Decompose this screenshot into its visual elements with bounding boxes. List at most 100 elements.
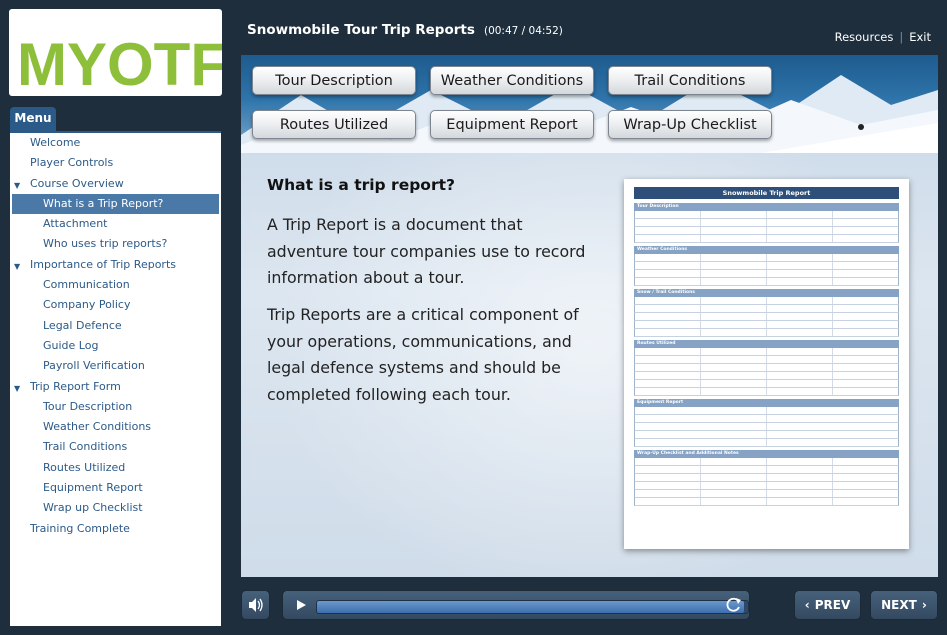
document-cell [833, 364, 898, 371]
nav-trail-conditions-button[interactable]: Trail Conditions [608, 66, 772, 95]
document-cell [833, 498, 898, 505]
replay-icon[interactable] [723, 591, 745, 619]
document-cell [701, 297, 767, 304]
menu-item-routes-utilized[interactable]: Routes Utilized [10, 458, 221, 478]
document-cell [767, 482, 833, 489]
document-cell [833, 262, 898, 269]
document-cell [701, 498, 767, 505]
menu-item-welcome[interactable]: Welcome [10, 133, 221, 153]
menu-item-payroll-verification[interactable]: Payroll Verification [10, 356, 221, 376]
document-cell [767, 364, 833, 371]
document-cell [767, 297, 833, 304]
menu-item-wrap-up-checklist[interactable]: Wrap up Checklist [10, 498, 221, 518]
prev-button[interactable]: ‹ PREV [794, 590, 861, 620]
menu-item-what-is-a-trip-report[interactable]: What is a Trip Report? [12, 193, 219, 215]
nav-wrap-up-checklist-button[interactable]: Wrap-Up Checklist [608, 110, 772, 139]
chevron-left-icon: ‹ [804, 598, 810, 612]
document-cell [767, 415, 898, 422]
triangle-down-icon[interactable]: ▼ [14, 257, 20, 277]
menu-item-label: Trip Report Form [30, 379, 121, 393]
menu-item-trail-conditions[interactable]: Trail Conditions [10, 437, 221, 457]
document-row [634, 329, 899, 337]
next-label: NEXT [881, 598, 917, 612]
document-cell [833, 235, 898, 242]
document-cell [701, 254, 767, 261]
exit-link[interactable]: Exit [909, 30, 931, 44]
document-cell [635, 372, 701, 379]
menu-panel: Welcome Player Controls ▼ Course Overview Wh… [10, 131, 221, 626]
document-cell [833, 313, 898, 320]
document-cell [833, 329, 898, 336]
menu-item-equipment-report[interactable]: Equipment Report [10, 478, 221, 498]
document-row [634, 415, 899, 423]
document-row [634, 407, 899, 415]
document-row [634, 227, 899, 235]
document-cell [635, 329, 701, 336]
document-row [634, 474, 899, 482]
document-cell [701, 227, 767, 234]
document-cell [701, 474, 767, 481]
menu-item-weather-conditions[interactable]: Weather Conditions [10, 417, 221, 437]
menu-item-guide-log[interactable]: Guide Log [10, 336, 221, 356]
nav-routes-utilized-button[interactable]: Routes Utilized [252, 110, 416, 139]
document-cell [701, 348, 767, 355]
menu-item-course-overview[interactable]: ▼ Course Overview [10, 174, 221, 194]
menu-item-label: Who uses trip reports? [43, 237, 168, 251]
menu-item-label: Course Overview [30, 176, 124, 190]
menu-item-attachment[interactable]: Attachment [10, 214, 221, 234]
document-cell [767, 498, 833, 505]
menu-item-importance-of-trip-reports[interactable]: ▼ Importance of Trip Reports [10, 255, 221, 275]
menu-item-legal-defence[interactable]: Legal Defence [10, 316, 221, 336]
document-cell [635, 364, 701, 371]
document-cell [701, 490, 767, 497]
menu-item-communication[interactable]: Communication [10, 275, 221, 295]
document-cell [635, 235, 701, 242]
trip-report-document: Snowmobile Trip Report Tour Description W… [624, 179, 909, 549]
document-cell [701, 262, 767, 269]
document-cell [833, 458, 898, 465]
document-cell [635, 498, 701, 505]
menu-item-training-complete[interactable]: Training Complete [10, 519, 221, 539]
document-cell [635, 380, 701, 387]
menu-item-player-controls[interactable]: Player Controls [10, 153, 221, 173]
menu-item-label: Welcome [30, 136, 81, 149]
document-section: Routes Utilized [634, 340, 899, 396]
document-cell [635, 227, 701, 234]
menu-item-company-policy[interactable]: Company Policy [10, 295, 221, 315]
nav-tour-description-button[interactable]: Tour Description [252, 66, 416, 95]
document-cell [635, 490, 701, 497]
menu-item-label: Tour Description [43, 399, 133, 413]
menu-tab[interactable]: Menu [10, 107, 56, 131]
triangle-down-icon[interactable]: ▼ [14, 379, 20, 399]
document-row [634, 219, 899, 227]
menu-item-tour-description[interactable]: Tour Description [10, 397, 221, 417]
menu-item-who-uses-trip-reports[interactable]: Who uses trip reports? [10, 234, 221, 254]
document-row [634, 498, 899, 506]
document-section-title: Equipment Report [634, 399, 899, 407]
play-icon[interactable] [289, 591, 313, 619]
next-button[interactable]: NEXT › [870, 590, 938, 620]
document-section: Tour Description [634, 203, 899, 243]
document-cell [833, 482, 898, 489]
document-cell [833, 219, 898, 226]
triangle-down-icon[interactable]: ▼ [14, 176, 20, 196]
volume-button[interactable] [241, 590, 270, 620]
document-cell [767, 262, 833, 269]
document-row [634, 388, 899, 396]
nav-weather-conditions-button[interactable]: Weather Conditions [430, 66, 594, 95]
document-cell [767, 211, 833, 218]
logo: MYOTF [9, 9, 222, 96]
menu-item-label: Company Policy [43, 298, 131, 312]
progress-track[interactable] [316, 600, 749, 614]
menu-item-trip-report-form[interactable]: ▼ Trip Report Form [10, 377, 221, 397]
document-cell [635, 254, 701, 261]
nav-equipment-report-button[interactable]: Equipment Report [430, 110, 594, 139]
document-cell [635, 356, 701, 363]
document-cell [701, 388, 767, 395]
document-cell [635, 407, 767, 414]
resources-link[interactable]: Resources [835, 30, 894, 44]
player-controls: ‹ PREV NEXT › [241, 590, 938, 622]
document-cell [767, 372, 833, 379]
document-row [634, 270, 899, 278]
document-cell [635, 262, 701, 269]
